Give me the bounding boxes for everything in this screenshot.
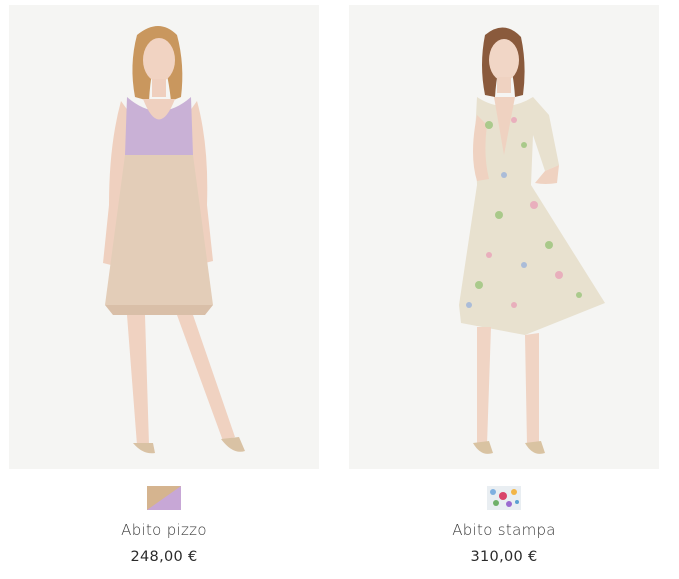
color-swatch-button[interactable] [487, 486, 521, 510]
model-floral-dress-image [349, 5, 659, 469]
product-price: 310,00 € [470, 549, 538, 565]
product-card: Abito pizzo 248,00 € [9, 5, 319, 565]
product-image-link[interactable] [349, 5, 659, 469]
product-name[interactable]: Abito stampa [349, 521, 659, 539]
product-grid: Abito pizzo 248,00 € Abito stampa 310,00… [0, 0, 679, 579]
floral-print-swatch [487, 486, 521, 510]
color-swatch-button[interactable] [147, 486, 181, 510]
product-price: 248,00 € [130, 549, 198, 565]
lilac-beige-color-swatch [147, 486, 181, 510]
product-image-link[interactable] [9, 5, 319, 469]
model-lace-dress-image [9, 5, 319, 469]
product-card: Abito stampa 310,00 € [349, 5, 659, 565]
product-name[interactable]: Abito pizzo [9, 521, 319, 539]
